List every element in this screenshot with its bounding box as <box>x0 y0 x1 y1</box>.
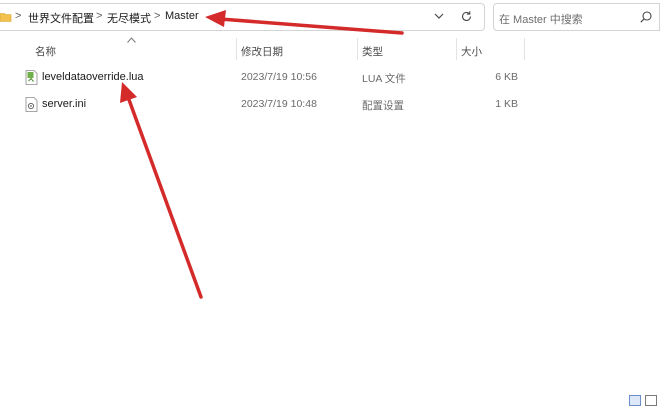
column-divider[interactable] <box>357 38 358 60</box>
breadcrumb-separator: > <box>154 10 161 22</box>
breadcrumb-item-master[interactable]: Master <box>165 10 199 22</box>
search-input[interactable]: 在 Master 中搜索 <box>493 3 660 31</box>
breadcrumb-item-endless-mode[interactable]: 无尽模式 <box>107 10 151 26</box>
search-icon[interactable] <box>639 10 653 24</box>
file-size: 6 KB <box>495 71 518 83</box>
column-divider[interactable] <box>236 38 237 60</box>
file-row[interactable]: leveldataoverride.lua 2023/7/19 10:56 LU… <box>20 67 660 89</box>
breadcrumb-separator: > <box>15 10 22 22</box>
column-divider[interactable] <box>456 38 457 60</box>
file-type: 配置设置 <box>362 100 404 112</box>
column-divider[interactable] <box>524 38 525 60</box>
chevron-down-icon[interactable] <box>433 10 445 22</box>
file-name: server.ini <box>42 98 87 110</box>
column-header-type[interactable]: 类型 <box>362 44 383 59</box>
file-size: 1 KB <box>495 98 518 110</box>
ini-file-icon <box>25 97 38 112</box>
column-header-modified[interactable]: 修改日期 <box>241 44 283 59</box>
file-row[interactable]: server.ini 2023/7/19 10:48 配置设置 1 KB <box>20 94 660 116</box>
sort-ascending-icon <box>127 37 136 43</box>
file-modified: 2023/7/19 10:56 <box>241 71 317 83</box>
lua-file-icon <box>25 70 38 85</box>
column-header-size[interactable]: 大小 <box>461 44 482 59</box>
file-modified: 2023/7/19 10:48 <box>241 98 317 110</box>
file-type: LUA 文件 <box>362 73 406 85</box>
folder-icon <box>0 13 12 22</box>
address-bar[interactable]: > 世界文件配置 > 无尽模式 > Master <box>0 3 485 31</box>
column-header-name[interactable]: 名称 <box>35 44 56 59</box>
large-icons-view-icon[interactable] <box>645 395 657 406</box>
breadcrumb-separator: > <box>96 10 103 22</box>
search-placeholder: 在 Master 中搜索 <box>499 14 583 26</box>
breadcrumb-item-world-config[interactable]: 世界文件配置 <box>28 10 94 26</box>
details-view-icon[interactable] <box>629 395 641 406</box>
refresh-icon[interactable] <box>460 10 473 23</box>
file-name: leveldataoverride.lua <box>42 71 144 83</box>
annotation-arrows <box>120 10 404 299</box>
